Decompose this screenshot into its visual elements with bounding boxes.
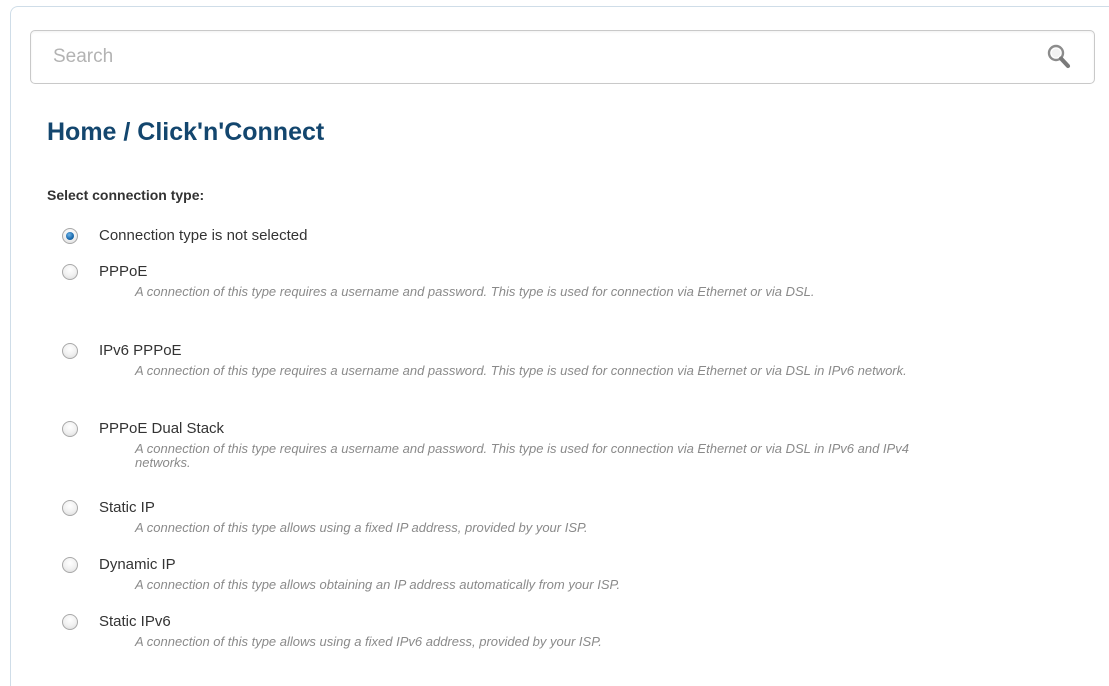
option-label[interactable]: Connection type is not selected [99, 227, 307, 244]
option-description: A connection of this type allows using a… [135, 520, 588, 535]
search-icon[interactable] [1046, 43, 1072, 71]
radio-pppoe-dual-stack[interactable] [62, 421, 78, 437]
option-description: A connection of this type requires a use… [135, 363, 907, 378]
option-description: A connection of this type allows using a… [135, 634, 602, 649]
radio-pppoe[interactable] [62, 264, 78, 280]
option-label[interactable]: PPPoE [99, 263, 147, 280]
section-label: Select connection type: [47, 187, 205, 203]
option-label[interactable]: PPPoE Dual Stack [99, 420, 224, 437]
radio-ipv6-pppoe[interactable] [62, 343, 78, 359]
radio-static-ipv6[interactable] [62, 614, 78, 630]
search-input[interactable] [31, 31, 1021, 83]
option-description: A connection of this type allows obtaini… [135, 577, 621, 592]
breadcrumb: Home / Click'n'Connect [47, 118, 325, 146]
option-description: A connection of this type requires a use… [135, 441, 909, 470]
option-label[interactable]: IPv6 PPPoE [99, 342, 182, 359]
option-label[interactable]: Dynamic IP [99, 556, 176, 573]
option-description: A connection of this type requires a use… [135, 284, 815, 299]
search-box[interactable] [30, 30, 1095, 84]
radio-static-ip[interactable] [62, 500, 78, 516]
option-label[interactable]: Static IPv6 [99, 613, 171, 630]
radio-not-selected[interactable] [62, 228, 78, 244]
radio-dynamic-ip[interactable] [62, 557, 78, 573]
option-label[interactable]: Static IP [99, 499, 155, 516]
